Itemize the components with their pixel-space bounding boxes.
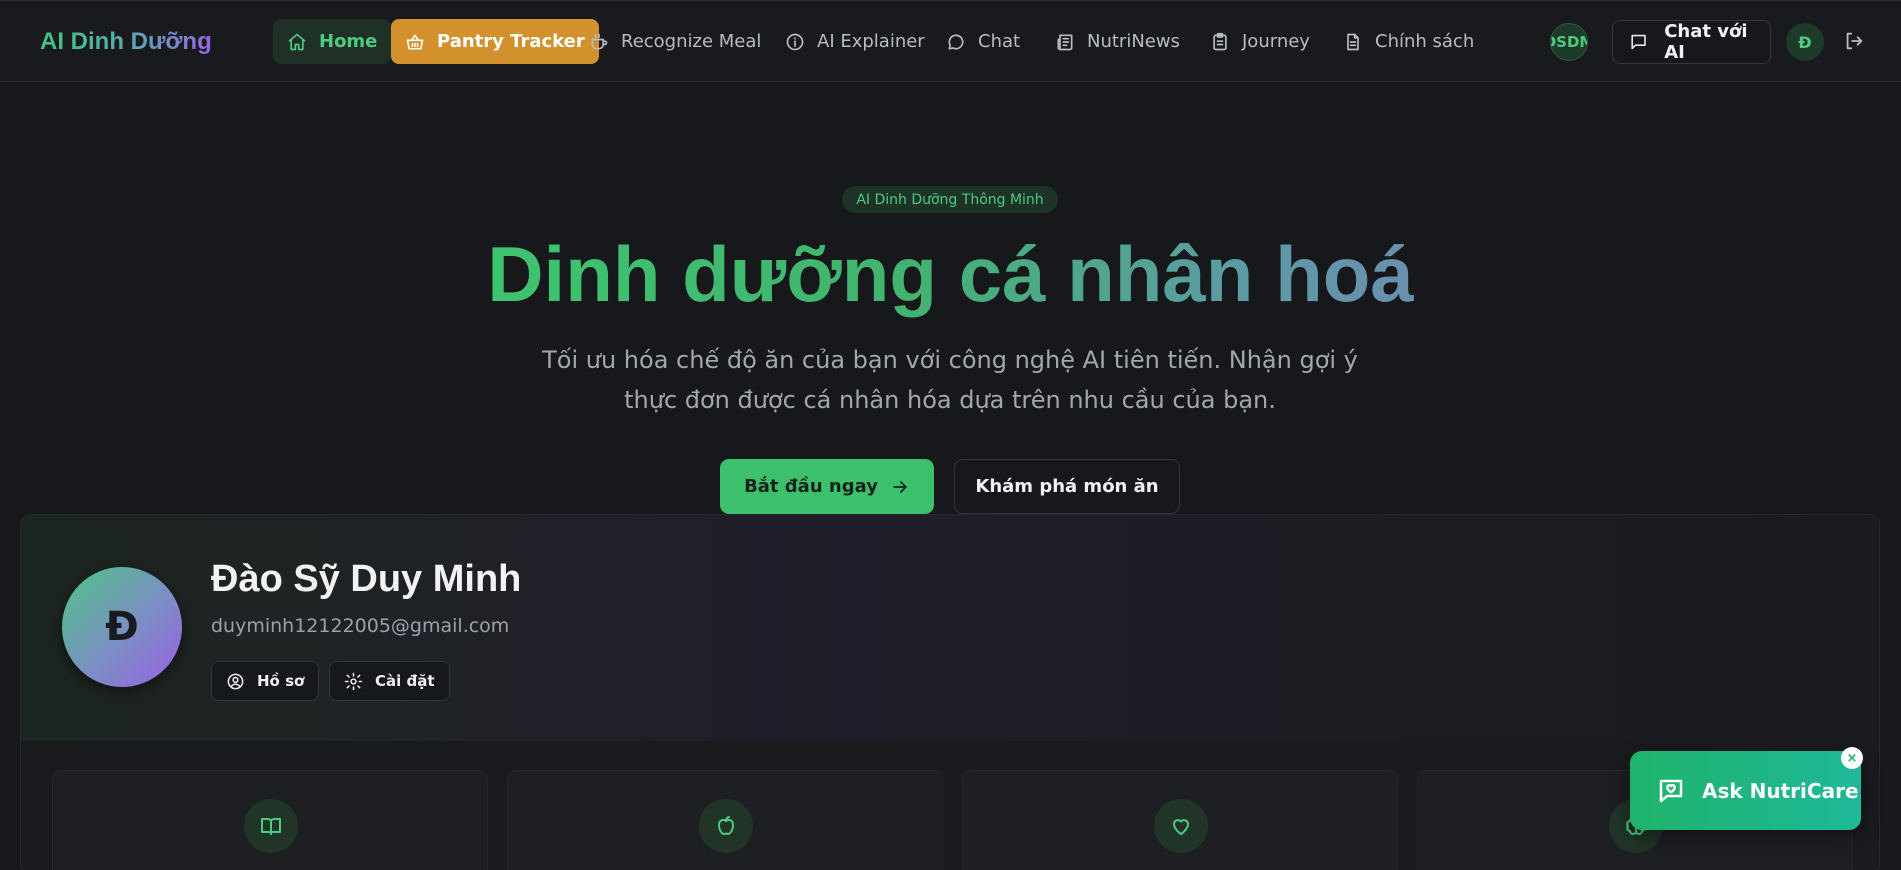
profile-header: Đ Đào Sỹ Duy Minh duyminh12122005@gmail.…	[21, 515, 1879, 741]
start-now-label: Bắt đầu ngay	[744, 476, 878, 497]
profile-button[interactable]: Hồ sơ	[211, 661, 320, 701]
feature-card-health[interactable]	[962, 770, 1398, 870]
gear-icon	[344, 672, 363, 690]
chat-with-ai-button[interactable]: Chat với AI	[1612, 20, 1771, 64]
nav-item-pantry-tracker[interactable]: Pantry Tracker	[391, 19, 599, 64]
start-now-button[interactable]: Bắt đầu ngay	[720, 459, 934, 514]
nav-item-home[interactable]: Home	[273, 19, 392, 64]
arrow-right-icon	[893, 480, 907, 493]
nav-item-label: Home	[319, 31, 378, 52]
hero-title: Dinh dưỡng cá nhân hoá	[0, 228, 1901, 320]
close-icon[interactable]: ×	[1841, 747, 1863, 769]
profile-card: Đ Đào Sỹ Duy Minh duyminh12122005@gmail.…	[20, 514, 1880, 870]
heart-message-icon	[1659, 779, 1683, 802]
nav-item-label: AI Explainer	[817, 31, 925, 52]
avatar[interactable]: Đ	[1786, 23, 1824, 61]
nav-item-label: Recognize Meal	[621, 31, 762, 52]
hero-badge: AI Dinh Dưỡng Thông Minh	[842, 186, 1058, 213]
settings-button-label: Cài đặt	[375, 672, 435, 690]
message-circle-icon	[948, 33, 964, 50]
nav-item-chat[interactable]: Chat	[932, 19, 1034, 64]
nav-item-chinh-sach[interactable]: Chính sách	[1329, 19, 1488, 64]
basket-icon	[406, 34, 424, 50]
nav-item-nutrinews[interactable]: NutriNews	[1041, 19, 1194, 64]
clipboard-icon	[1213, 32, 1227, 50]
message-square-icon	[1631, 34, 1646, 50]
ask-nutricare-label: Ask NutriCare	[1702, 778, 1859, 803]
profile-name: Đào Sỹ Duy Minh	[211, 558, 522, 600]
feature-card-nutrition[interactable]	[507, 770, 943, 870]
apple-icon	[718, 816, 734, 835]
settings-button[interactable]: Cài đặt	[329, 661, 450, 701]
profile-avatar: Đ	[62, 567, 182, 687]
hero-subtitle: Tối ưu hóa chế độ ăn của bạn với công ng…	[542, 346, 1358, 414]
file-text-icon	[1347, 33, 1359, 50]
coffee-icon	[591, 33, 608, 50]
log-out-icon	[1846, 32, 1863, 50]
nav-item-label: Journey	[1242, 31, 1310, 52]
nav-item-label: Pantry Tracker	[437, 31, 585, 52]
explore-dishes-button[interactable]: Khám phá món ăn	[954, 459, 1180, 514]
nav-item-label: NutriNews	[1087, 31, 1180, 52]
heart-icon	[1173, 819, 1189, 835]
nav-item-journey[interactable]: Journey	[1196, 19, 1324, 64]
profile-email: duyminh12122005@gmail.com	[211, 615, 510, 637]
feature-card-learn[interactable]	[52, 770, 488, 870]
chat-with-ai-label: Chat với AI	[1664, 21, 1748, 63]
home-icon	[288, 33, 306, 50]
ask-nutricare-button[interactable]: Ask NutriCare	[1630, 751, 1861, 830]
info-icon	[786, 33, 804, 50]
nav-item-label: Chính sách	[1375, 31, 1475, 52]
user-circle-icon	[227, 673, 244, 689]
logout-button[interactable]	[1843, 30, 1867, 54]
profile-button-label: Hồ sơ	[257, 672, 305, 690]
hero-title-text: Dinh dưỡng cá nhân hoá	[487, 230, 1414, 318]
nav-item-label: Chat	[978, 31, 1021, 52]
nav-item-recognize-meal[interactable]: Recognize Meal	[575, 19, 775, 64]
book-open-icon	[261, 818, 281, 835]
top-navbar: AI Dinh Dưỡng Home Pantry Tracker Recogn…	[0, 0, 1901, 82]
nav-item-ai-explainer[interactable]: AI Explainer	[771, 19, 939, 64]
brand-logo[interactable]: AI Dinh Dưỡng	[40, 28, 212, 56]
newspaper-icon	[1057, 34, 1073, 50]
user-code-badge[interactable]: DSDM	[1550, 23, 1588, 61]
